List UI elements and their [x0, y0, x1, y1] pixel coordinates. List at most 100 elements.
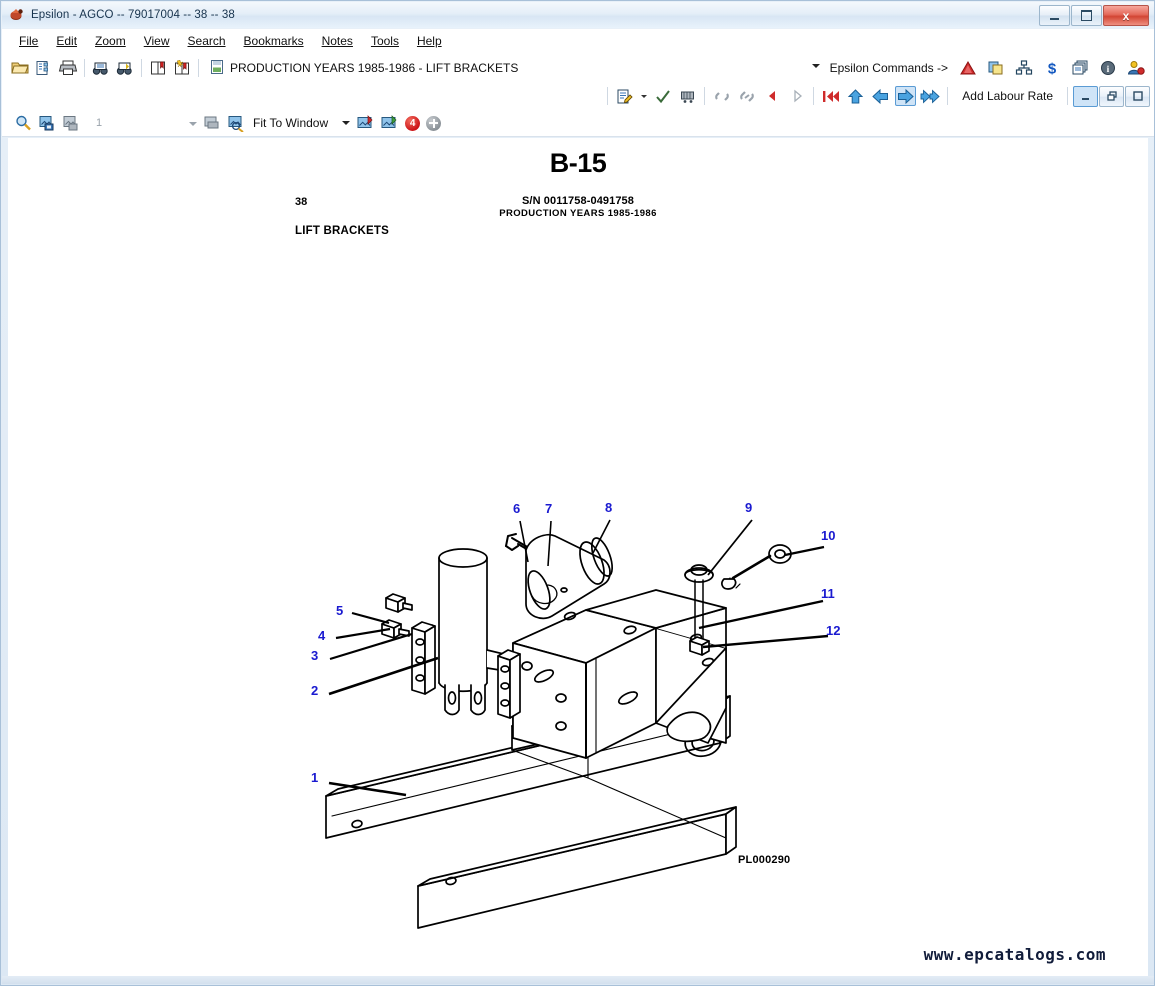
prev-triangle-icon[interactable]	[761, 86, 782, 106]
zoom-mode-combo[interactable]: Fit To Window	[253, 116, 351, 130]
print-image-icon[interactable]	[62, 114, 82, 132]
mdi-restore-button[interactable]	[1099, 85, 1124, 107]
minimize-icon	[1081, 98, 1089, 100]
link-broken-icon[interactable]	[711, 86, 732, 106]
chevron-down-icon[interactable]	[811, 64, 820, 68]
chevron-down-icon[interactable]	[189, 121, 197, 126]
mdi-minimize-button[interactable]	[1073, 85, 1098, 107]
add-labour-rate-button[interactable]: Add Labour Rate	[962, 89, 1053, 103]
chevron-down-icon[interactable]	[342, 121, 351, 125]
document-tree-icon[interactable]	[34, 59, 54, 77]
open-folder-icon[interactable]	[10, 59, 30, 77]
last-arrow-icon[interactable]	[920, 86, 941, 106]
bookmark-book-icon[interactable]	[148, 59, 168, 77]
callout-2: 2	[311, 683, 319, 698]
toolbar-separator	[704, 87, 706, 105]
callout-5: 5	[336, 603, 344, 618]
menu-file-label: File	[19, 34, 39, 48]
up-arrow-icon[interactable]	[845, 86, 866, 106]
menu-view[interactable]: View	[135, 31, 179, 51]
status-bar	[2, 976, 1154, 984]
menu-bookmarks[interactable]: Bookmarks	[235, 31, 313, 51]
callout-11: 11	[821, 586, 835, 601]
catalog-page: B-15 38 S/N 0011758-0491758 PRODUCTION Y…	[8, 138, 1148, 976]
menu-notes-label: Notes	[321, 34, 353, 48]
watermark: www.epcatalogs.com	[923, 945, 1106, 964]
zoom-icon[interactable]	[14, 114, 34, 132]
alert-triangle-icon[interactable]	[958, 59, 978, 77]
copy-pages-icon[interactable]	[986, 59, 1006, 77]
image-next-icon[interactable]	[380, 114, 400, 132]
save-image-icon[interactable]	[38, 114, 58, 132]
callout-7: 7	[545, 501, 553, 516]
epsilon-commands-label: Epsilon Commands ->	[829, 60, 948, 75]
minimize-button[interactable]	[1039, 5, 1070, 26]
toolbar-separator	[947, 87, 949, 105]
back-arrow-icon[interactable]	[870, 86, 891, 106]
menu-notes[interactable]: Notes	[313, 31, 362, 51]
toolbar-separator	[1067, 87, 1068, 105]
minimize-icon	[1050, 17, 1059, 20]
plus-circle-icon[interactable]	[426, 115, 442, 131]
shopping-cart-icon[interactable]	[677, 86, 698, 106]
link-icon[interactable]	[736, 86, 757, 106]
mdi-maximize-button[interactable]	[1125, 85, 1150, 107]
toolbar-separator	[813, 87, 815, 105]
menu-bar: File Edit Zoom View Search Bookmarks Not…	[2, 29, 1154, 53]
stack-windows-icon[interactable]	[1070, 59, 1090, 77]
menu-view-label: View	[143, 34, 170, 48]
application-window: Epsilon - AGCO -- 79017004 -- 38 -- 38 x…	[0, 0, 1155, 986]
fit-window-icon[interactable]	[227, 114, 247, 133]
maximize-icon	[1081, 10, 1092, 21]
menu-zoom-label: Zoom	[95, 34, 126, 48]
fit-page-icon[interactable]	[203, 114, 223, 132]
address-combo[interactable]: PRODUCTION YEARS 1985-1986 - LIFT BRACKE…	[207, 57, 828, 78]
navigation-toolbar: Add Labour Rate	[2, 82, 1154, 110]
close-button[interactable]: x	[1103, 5, 1149, 26]
page-number-value: 1	[96, 117, 103, 129]
print-icon[interactable]	[58, 59, 78, 77]
document-viewer[interactable]: B-15 38 S/N 0011758-0491758 PRODUCTION Y…	[8, 138, 1148, 976]
zoom-mode-value: Fit To Window	[253, 116, 329, 130]
callout-8: 8	[605, 500, 613, 515]
zoom-toolbar: 1 Fit To Window 4	[2, 110, 1154, 137]
callout-6: 6	[513, 501, 521, 516]
main-toolbar: PRODUCTION YEARS 1985-1986 - LIFT BRACKE…	[2, 53, 1154, 82]
menu-edit[interactable]: Edit	[47, 31, 86, 51]
user-account-icon[interactable]	[1126, 59, 1146, 77]
info-icon[interactable]: i	[1098, 59, 1118, 77]
parts-diagram	[325, 519, 829, 929]
menu-tools[interactable]: Tools	[362, 31, 408, 51]
address-value: PRODUCTION YEARS 1985-1986 - LIFT BRACKE…	[230, 60, 519, 75]
menu-bookmarks-label: Bookmarks	[243, 34, 304, 48]
search-parts-icon[interactable]	[91, 59, 111, 77]
menu-search[interactable]: Search	[179, 31, 235, 51]
menu-help-label: Help	[416, 34, 442, 48]
notes-count-badge[interactable]: 4	[405, 115, 421, 131]
window-title: Epsilon - AGCO -- 79017004 -- 38 -- 38	[31, 9, 235, 21]
hierarchy-icon[interactable]	[1014, 59, 1034, 77]
menu-help[interactable]: Help	[408, 31, 451, 51]
image-prev-icon[interactable]	[356, 114, 376, 132]
forward-arrow-icon[interactable]	[895, 86, 917, 106]
maximize-button[interactable]	[1071, 5, 1102, 26]
svg-text:i: i	[1107, 65, 1110, 75]
search-advanced-icon[interactable]	[115, 59, 135, 77]
toolbar-separator	[198, 58, 199, 77]
menu-edit-label: Edit	[56, 34, 78, 48]
page-number-input[interactable]: 1	[90, 114, 201, 133]
callout-1: 1	[311, 770, 319, 785]
dollar-price-icon[interactable]: $	[1042, 59, 1062, 77]
edit-note-icon[interactable]	[614, 86, 635, 106]
close-icon: x	[1122, 8, 1130, 23]
menu-zoom[interactable]: Zoom	[86, 31, 135, 51]
epsilon-app-icon	[9, 7, 25, 23]
notes-book-icon[interactable]	[172, 59, 192, 77]
menu-file[interactable]: File	[10, 31, 47, 51]
first-page-icon[interactable]	[820, 86, 841, 106]
check-icon[interactable]	[652, 86, 673, 106]
callout-12: 12	[826, 623, 841, 638]
dropdown-small-icon[interactable]	[639, 86, 648, 106]
epsilon-commands-group: Epsilon Commands -> $ i	[830, 59, 1148, 77]
next-triangle-icon[interactable]	[786, 86, 807, 106]
